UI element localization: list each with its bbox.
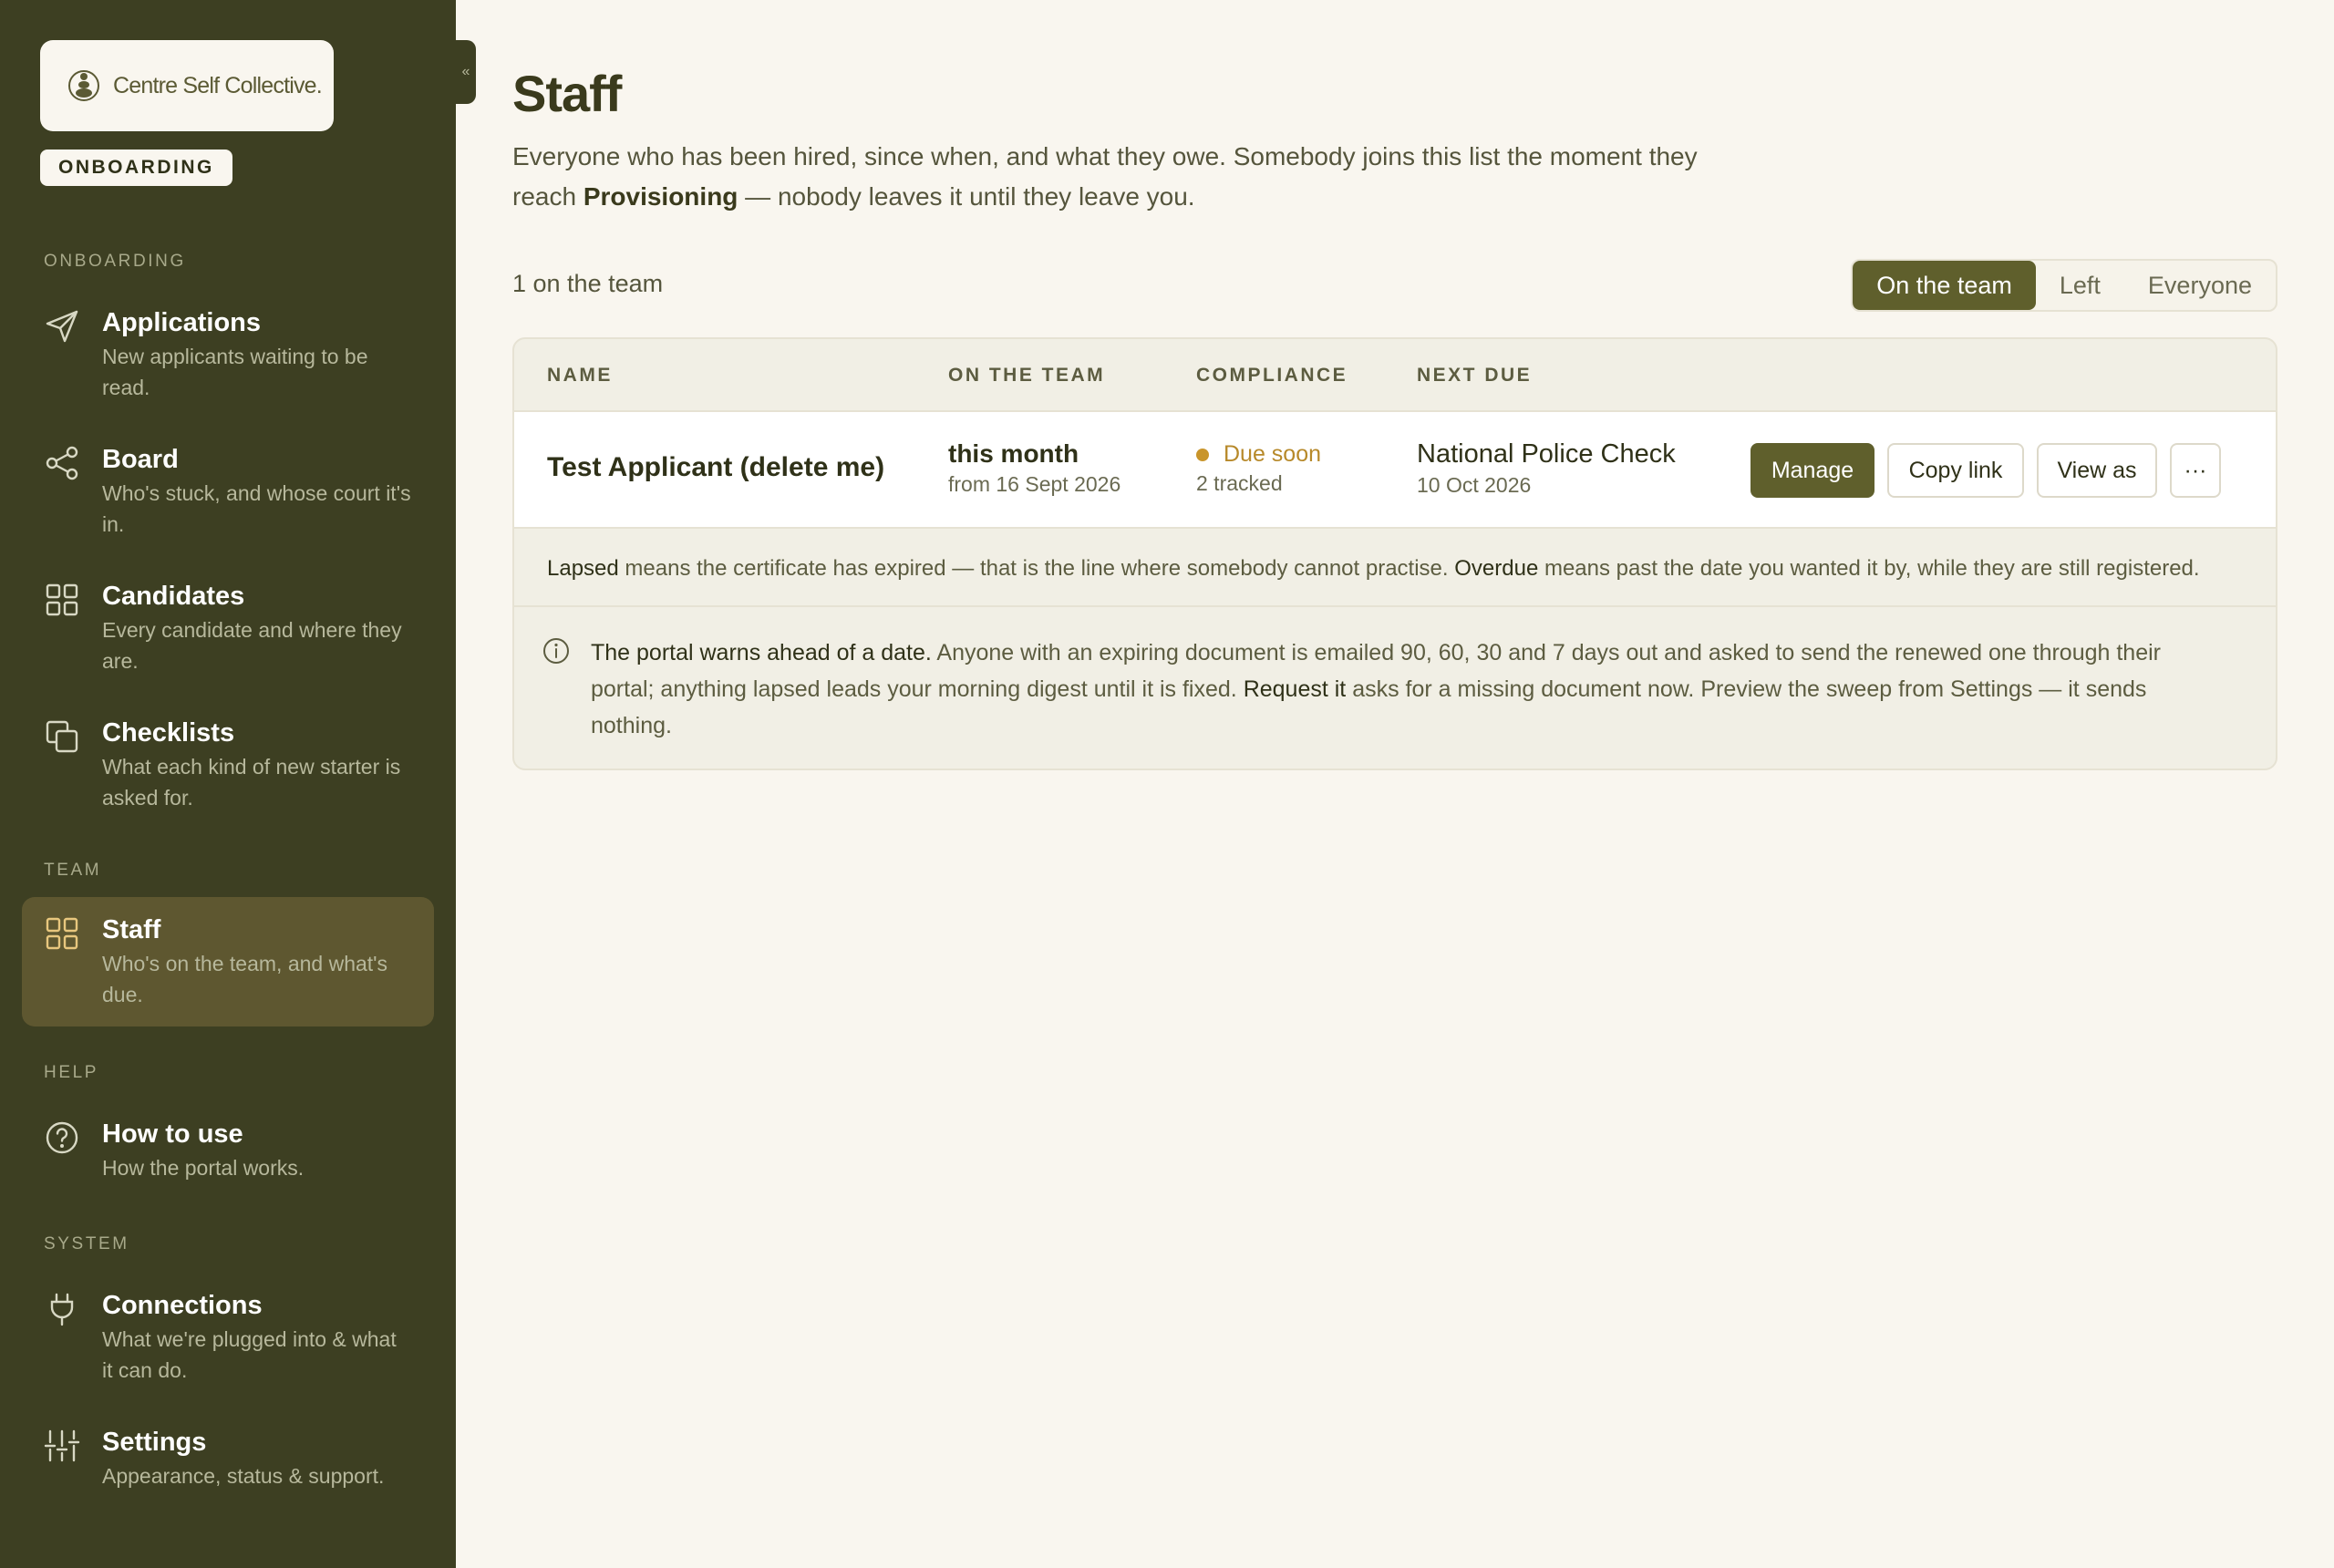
sidebar-item-staff[interactable]: Staff Who's on the team, and what's due. [22, 897, 434, 1026]
info-lead: The portal warns ahead of a date. [591, 640, 932, 665]
sidebar-item-desc: Who's on the team, and what's due. [102, 952, 388, 1006]
next-due-date: 10 Oct 2026 [1417, 473, 1532, 497]
sidebar-item-settings[interactable]: Settings Appearance, status & support. [22, 1409, 434, 1508]
page-intro: Everyone who has been hired, since when,… [512, 137, 1752, 217]
status-legend: Lapsed means the certificate has expired… [514, 529, 2276, 607]
grid-icon [44, 915, 80, 952]
filter-left[interactable]: Left [2036, 261, 2124, 310]
status-label: Due soon [1224, 441, 1322, 467]
team-count: 1 on the team [512, 270, 664, 297]
legend-text: means past the date you wanted it by, wh… [1538, 556, 2200, 581]
table-header: NAME ON THE TEAM COMPLIANCE NEXT DUE [514, 339, 2276, 412]
sidebar-item-applications[interactable]: Applications New applicants waiting to b… [22, 290, 434, 419]
column-header-name: NAME [547, 365, 613, 386]
sidebar-item-desc: What each kind of new starter is asked f… [102, 755, 401, 810]
intro-bold-term: Provisioning [583, 182, 738, 211]
sidebar: Centre Self Collective. ONBOARDING ONBOA… [0, 0, 456, 1568]
copy-link-button[interactable]: Copy link [1887, 443, 2024, 498]
sidebar-item-desc: Every candidate and where they are. [102, 618, 402, 673]
staff-filter: On the team Left Everyone [1851, 259, 2277, 312]
tracked-count: 2 tracked [1196, 471, 1283, 495]
sidebar-item-desc: New applicants waiting to be read. [102, 345, 368, 399]
sidebar-item-board[interactable]: Board Who's stuck, and whose court it's … [22, 427, 434, 556]
section-label-system: SYSTEM [44, 1234, 129, 1253]
sidebar-item-connections[interactable]: Connections What we're plugged into & wh… [22, 1273, 434, 1402]
grid-icon [44, 582, 80, 618]
copy-icon [44, 718, 80, 755]
page-title: Staff [512, 65, 622, 122]
send-icon [44, 308, 80, 345]
more-options-button[interactable]: ··· [2170, 443, 2221, 498]
on-team-cell: this month from 16 Sept 2026 [948, 439, 1121, 497]
sliders-icon [44, 1428, 80, 1464]
sidebar-item-title: Settings [102, 1428, 207, 1457]
plug-icon [44, 1291, 80, 1327]
filter-on-the-team[interactable]: On the team [1853, 261, 2036, 310]
next-due-document: National Police Check [1417, 439, 1676, 469]
sidebar-item-desc: What we're plugged into & what it can do… [102, 1327, 397, 1382]
manage-button[interactable]: Manage [1750, 443, 1874, 498]
sidebar-item-title: Board [102, 445, 179, 474]
sidebar-item-title: Applications [102, 308, 262, 337]
sidebar-item-desc: How the portal works. [102, 1156, 305, 1180]
sidebar-item-candidates[interactable]: Candidates Every candidate and where the… [22, 563, 434, 693]
column-header-compliance: COMPLIANCE [1196, 365, 1348, 386]
sidebar-item-title: Staff [102, 915, 161, 944]
staff-table: NAME ON THE TEAM COMPLIANCE NEXT DUE Tes… [512, 337, 2277, 770]
column-header-on-the-team: ON THE TEAM [948, 365, 1106, 386]
sidebar-item-checklists[interactable]: Checklists What each kind of new starter… [22, 700, 434, 830]
legend-text: means the certificate has expired — that… [618, 556, 1455, 581]
sidebar-item-how-to-use[interactable]: How to use How the portal works. [22, 1101, 434, 1200]
on-team-value: this month [948, 439, 1079, 468]
legend-term-lapsed: Lapsed [547, 556, 619, 581]
sidebar-item-desc: Who's stuck, and whose court it's in. [102, 481, 411, 536]
sidebar-item-desc: Appearance, status & support. [102, 1464, 385, 1488]
sidebar-item-title: Checklists [102, 718, 235, 748]
sidebar-item-title: Candidates [102, 582, 245, 611]
info-icon [542, 636, 571, 665]
brand-name: Centre Self Collective. [113, 72, 323, 98]
legend-term-overdue: Overdue [1454, 556, 1539, 581]
next-due-cell: National Police Check 10 Oct 2026 [1417, 439, 1676, 498]
reminder-info: The portal warns ahead of a date. Anyone… [514, 607, 2276, 744]
view-as-button[interactable]: View as [2037, 443, 2157, 498]
info-term-request-it[interactable]: Request it [1244, 676, 1347, 702]
filter-everyone[interactable]: Everyone [2124, 261, 2276, 310]
help-circle-icon [44, 1119, 80, 1156]
intro-text: — nobody leaves it until they leave you. [738, 182, 1195, 211]
on-team-since: from 16 Sept 2026 [948, 472, 1121, 496]
section-label-help: HELP [44, 1063, 99, 1082]
logo-mark-icon [67, 66, 100, 106]
sidebar-collapse-button[interactable]: « [456, 40, 476, 104]
table-row[interactable]: Test Applicant (delete me) this month fr… [514, 412, 2276, 529]
section-label-onboarding: ONBOARDING [44, 252, 186, 271]
brand-logo[interactable]: Centre Self Collective. [40, 40, 334, 131]
status-dot-icon [1196, 448, 1209, 461]
mode-badge: ONBOARDING [40, 150, 232, 186]
staff-name[interactable]: Test Applicant (delete me) [547, 452, 884, 483]
sidebar-item-title: How to use [102, 1119, 243, 1149]
status-badge: Due soon [1196, 441, 1321, 468]
sidebar-item-title: Connections [102, 1291, 263, 1320]
compliance-cell: Due soon 2 tracked [1196, 441, 1321, 496]
share-icon [44, 445, 80, 481]
section-label-team: TEAM [44, 861, 102, 880]
column-header-next-due: NEXT DUE [1417, 365, 1533, 386]
